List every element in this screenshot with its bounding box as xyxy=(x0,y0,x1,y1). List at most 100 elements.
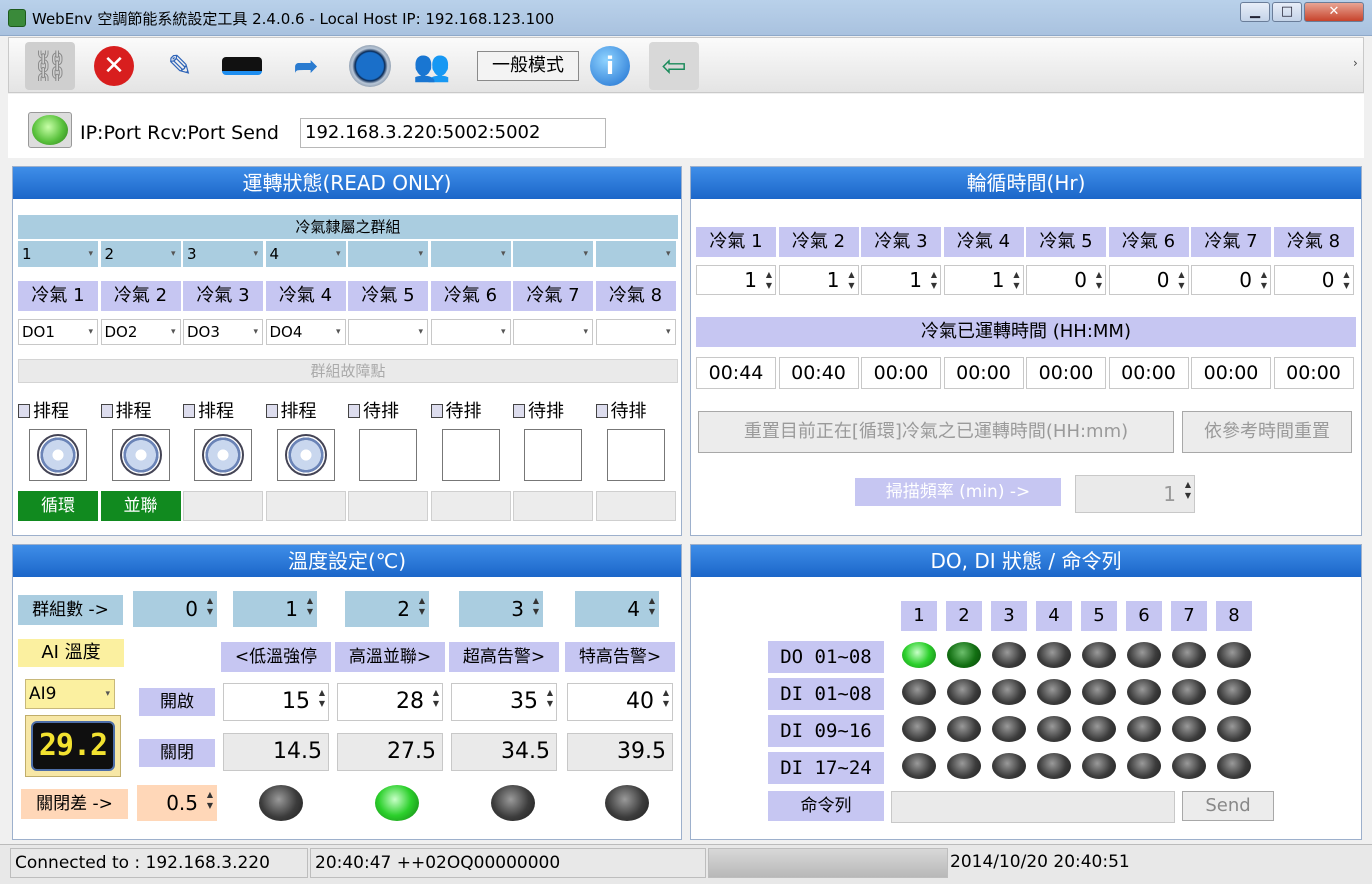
stop-icon[interactable]: ✕ xyxy=(89,42,139,90)
cycle-hours-spinner[interactable]: 1 ▲ ▼ xyxy=(861,265,941,295)
router-icon[interactable] xyxy=(217,42,267,90)
io-status-led-icon xyxy=(902,679,936,705)
group-select[interactable]: ▾ xyxy=(513,241,593,267)
open-threshold-spinner[interactable]: 28 ▲ ▼ xyxy=(337,683,443,721)
io-status-led-icon xyxy=(1037,642,1071,668)
runtime-value: 00:40 xyxy=(778,357,859,389)
io-status-led-icon xyxy=(947,679,981,705)
checkbox-icon[interactable] xyxy=(100,404,113,418)
status-bar: Connected to : 192.168.3.220 20:40:47 ++… xyxy=(0,844,1372,884)
connect-icon[interactable]: ⛓ xyxy=(25,42,75,90)
open-threshold-spinner[interactable]: 40 ▲ ▼ xyxy=(567,683,673,721)
do-select[interactable]: ▾ xyxy=(430,319,511,345)
ai-select[interactable]: AI9 ▾ xyxy=(25,679,115,709)
connection-address-input[interactable]: 192.168.3.220:5002:5002 xyxy=(300,118,606,148)
group-select[interactable]: 3 ▾ xyxy=(183,241,263,267)
group-select[interactable]: 2 ▾ xyxy=(100,241,181,267)
cycle-hours-spinner[interactable]: 1 ▲ ▼ xyxy=(943,265,1024,295)
schedule-checkbox[interactable]: 待排 xyxy=(513,397,564,423)
checkbox-icon[interactable] xyxy=(183,404,195,418)
cycle-hours-spinner[interactable]: 0 ▲ ▼ xyxy=(1191,265,1271,295)
cycle-hours-spinner[interactable]: 1 ▲ ▼ xyxy=(696,265,776,295)
edit-icon[interactable]: ✎ xyxy=(155,42,205,90)
command-input[interactable] xyxy=(891,791,1175,823)
connection-label: IP:Port Rcv:Port Send xyxy=(80,122,279,144)
fan-empty-box xyxy=(524,429,582,481)
run-status-title: 運轉狀態(READ ONLY) xyxy=(13,167,681,199)
io-column-header: 3 xyxy=(991,601,1027,631)
group-count-spinner[interactable]: 4 ▲ ▼ xyxy=(575,591,659,627)
cycle-hours-spinner[interactable]: 0 ▲ ▼ xyxy=(1273,265,1354,295)
io-status-led-icon xyxy=(1082,753,1116,779)
cycle-hours-spinner[interactable]: 0 ▲ ▼ xyxy=(1026,265,1106,295)
gauge-icon[interactable] xyxy=(345,42,395,90)
ac-label: 冷氣 7 xyxy=(513,281,593,311)
do-select[interactable]: ▾ xyxy=(348,319,428,345)
send-button[interactable]: Send xyxy=(1182,791,1274,821)
io-status-led-icon xyxy=(992,716,1026,742)
do-di-title: DO, DI 狀態 / 命令列 xyxy=(691,545,1361,577)
schedule-checkbox[interactable]: 排程 xyxy=(100,397,152,423)
app-icon xyxy=(8,9,26,27)
open-threshold-spinner[interactable]: 15 ▲ ▼ xyxy=(223,683,329,721)
fan-blade-icon xyxy=(37,434,79,476)
user-icon[interactable]: 👥 xyxy=(407,42,457,90)
exit-icon[interactable]: ⇦ xyxy=(649,42,699,90)
export-icon[interactable]: ➦ xyxy=(281,42,331,90)
do-select[interactable]: ▾ xyxy=(513,319,593,345)
group-select[interactable]: 4 ▾ xyxy=(265,241,346,267)
schedule-checkbox[interactable]: 待排 xyxy=(595,397,647,423)
reset-reference-button[interactable]: 依參考時間重置 xyxy=(1182,411,1352,453)
schedule-checkbox[interactable]: 排程 xyxy=(183,397,234,423)
schedule-label: 待排 xyxy=(445,401,482,422)
group-count-spinner[interactable]: 2 ▲ ▼ xyxy=(345,591,429,627)
io-status-led-icon xyxy=(1217,679,1251,705)
close-threshold-value: 39.5 xyxy=(567,733,673,771)
do-select[interactable]: DO4 ▾ xyxy=(265,319,346,345)
group-select[interactable]: ▾ xyxy=(430,241,511,267)
checkbox-icon[interactable] xyxy=(595,404,608,418)
ac-label: 冷氣 6 xyxy=(430,281,511,311)
group-count-spinner[interactable]: 1 ▲ ▼ xyxy=(233,591,317,627)
io-row-label: DI 17~24 xyxy=(768,752,884,784)
do-select[interactable]: DO1 ▾ xyxy=(18,319,98,345)
ac-state-badge xyxy=(348,491,428,521)
schedule-checkbox[interactable]: 排程 xyxy=(265,397,317,423)
group-select[interactable]: ▾ xyxy=(595,241,676,267)
schedule-checkbox[interactable]: 待排 xyxy=(430,397,482,423)
do-select[interactable]: DO3 ▾ xyxy=(183,319,263,345)
checkbox-icon[interactable] xyxy=(430,404,443,418)
do-select[interactable]: ▾ xyxy=(595,319,676,345)
toolbar-overflow-icon[interactable]: › xyxy=(1353,56,1358,70)
minimize-button[interactable]: ▁ xyxy=(1240,2,1270,22)
group-select[interactable]: ▾ xyxy=(348,241,428,267)
io-status-led-icon xyxy=(1082,679,1116,705)
io-column-header: 5 xyxy=(1081,601,1117,631)
connection-status-icon xyxy=(28,112,72,148)
open-label: 開啟 xyxy=(139,688,215,716)
io-status-led-icon xyxy=(1037,716,1071,742)
checkbox-icon[interactable] xyxy=(18,404,30,418)
scan-rate-spinner[interactable]: 1 ▲ ▼ xyxy=(1075,475,1195,513)
do-select[interactable]: DO2 ▾ xyxy=(100,319,181,345)
cycle-hours-spinner[interactable]: 0 ▲ ▼ xyxy=(1108,265,1189,295)
mode-button[interactable]: 一般模式 xyxy=(477,51,579,81)
checkbox-icon[interactable] xyxy=(348,404,360,418)
cycle-hours-spinner[interactable]: 1 ▲ ▼ xyxy=(778,265,859,295)
schedule-label: 待排 xyxy=(363,401,399,422)
open-threshold-spinner[interactable]: 35 ▲ ▼ xyxy=(451,683,557,721)
checkbox-icon[interactable] xyxy=(513,404,525,418)
close-diff-spinner[interactable]: 0.5 ▲ ▼ xyxy=(137,785,217,821)
schedule-checkbox[interactable]: 排程 xyxy=(18,397,69,423)
schedule-label: 排程 xyxy=(33,401,69,422)
schedule-checkbox[interactable]: 待排 xyxy=(348,397,399,423)
maximize-button[interactable]: □ xyxy=(1272,2,1302,22)
reset-current-button[interactable]: 重置目前正在[循環]冷氣之已運轉時間(HH:mm) xyxy=(698,411,1174,453)
info-icon[interactable]: i xyxy=(585,42,635,90)
checkbox-icon[interactable] xyxy=(265,404,278,418)
group-count-spinner[interactable]: 3 ▲ ▼ xyxy=(459,591,543,627)
group-select[interactable]: 1 ▾ xyxy=(18,241,98,267)
cycle-ac-label: 冷氣 5 xyxy=(1026,227,1106,257)
close-window-button[interactable]: ✕ xyxy=(1304,2,1364,22)
group-count-spinner[interactable]: 0 ▲ ▼ xyxy=(133,591,217,627)
